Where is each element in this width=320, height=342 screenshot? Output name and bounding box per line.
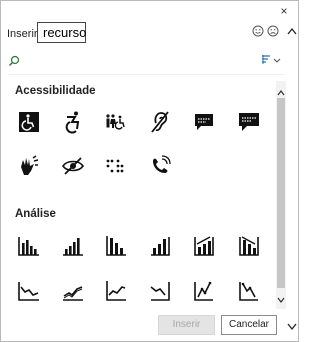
- search-icon: [8, 54, 20, 66]
- cancel-button[interactable]: Cancelar: [221, 315, 277, 335]
- section-title-acessibilidade: Acessibilidade: [15, 85, 96, 97]
- search-label: Inserir: [7, 28, 38, 40]
- dialog-scroll-up-icon[interactable]: [287, 25, 297, 37]
- braille-icon[interactable]: [104, 154, 128, 178]
- dialog-scroll-down-icon[interactable]: [287, 319, 297, 331]
- bar-chart-ascending-icon[interactable]: [61, 234, 85, 258]
- line-chart-peak-icon[interactable]: [192, 279, 216, 303]
- visually-impaired-icon[interactable]: [61, 154, 85, 178]
- section-title-analise: Análise: [15, 208, 56, 220]
- bar-chart-trend-up-icon[interactable]: [192, 234, 216, 258]
- bar-chart-boxed-icon[interactable]: [148, 234, 172, 258]
- icon-gallery: Acessibilidade Análise: [8, 74, 285, 313]
- line-chart-up-icon[interactable]: [61, 279, 85, 303]
- active-wheelchair-icon[interactable]: [61, 110, 85, 134]
- search-input[interactable]: recurso: [37, 22, 86, 43]
- bar-chart-descending-icon[interactable]: [104, 234, 128, 258]
- smile-feedback-icon[interactable]: [252, 25, 264, 37]
- bar-chart-trend-down-icon[interactable]: [237, 234, 261, 258]
- line-chart-rising-icon[interactable]: [104, 279, 128, 303]
- closed-captioning-icon[interactable]: [192, 110, 216, 134]
- bar-chart-rising-icon[interactable]: [17, 234, 41, 258]
- line-chart-down-icon[interactable]: [17, 279, 41, 303]
- line-chart-decline-icon[interactable]: [237, 279, 261, 303]
- frown-feedback-icon[interactable]: [267, 25, 279, 37]
- family-wheelchair-icon[interactable]: [104, 110, 128, 134]
- speech-bubble-text-icon[interactable]: [237, 110, 261, 134]
- close-button[interactable]: ×: [277, 4, 291, 18]
- insert-button[interactable]: Inserir: [158, 315, 215, 335]
- wheelchair-icon[interactable]: [17, 110, 41, 134]
- gallery-scrollbar[interactable]: [276, 81, 286, 309]
- insert-icons-dialog: × Inserir recurso Acessibilidade Análise…: [0, 0, 299, 342]
- sign-language-icon[interactable]: [17, 154, 41, 178]
- hearing-impaired-icon[interactable]: [148, 110, 172, 134]
- filter-sort-button[interactable]: [260, 53, 282, 67]
- scroll-down-icon[interactable]: [277, 291, 285, 309]
- hearing-phone-icon[interactable]: [148, 154, 172, 178]
- line-chart-falling-icon[interactable]: [148, 279, 172, 303]
- scroll-thumb[interactable]: [277, 98, 285, 288]
